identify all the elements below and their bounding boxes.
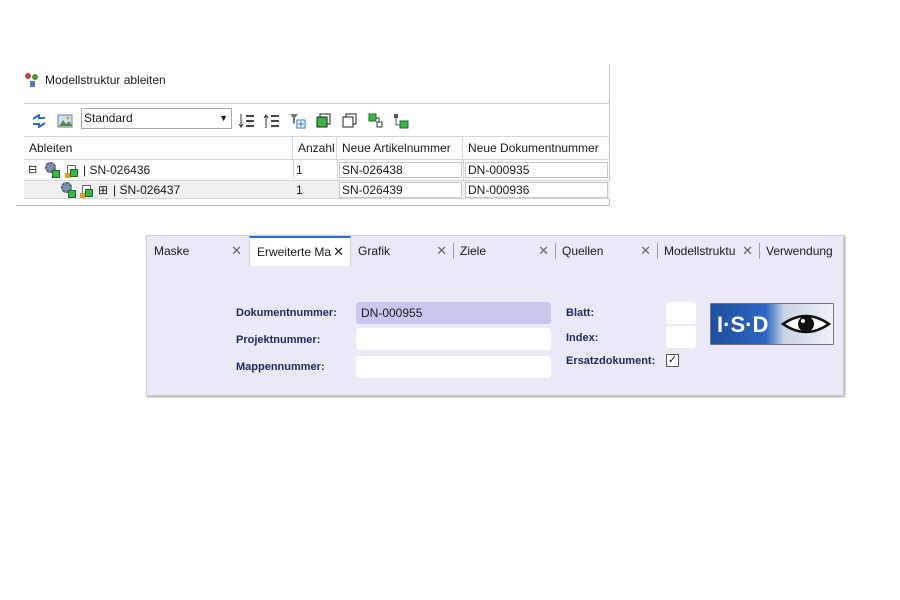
tab-maske[interactable]: Maske ✕ (147, 236, 248, 266)
close-icon[interactable]: ✕ (436, 236, 447, 266)
panel-title: Modellstruktur ableiten (24, 72, 166, 88)
sort-up-icon[interactable] (263, 112, 281, 130)
tab-grafik[interactable]: Grafik ✕ (351, 236, 453, 266)
tab-label: Erweiterte Ma (257, 245, 332, 259)
close-icon[interactable]: ✕ (231, 236, 242, 266)
row-name: | SN-026437 (113, 183, 181, 197)
tab-label: Quellen (562, 244, 604, 258)
column-header-artikelnummer[interactable]: Neue Artikelnummer (337, 137, 463, 159)
chevron-down-icon[interactable]: ▼ (219, 109, 228, 128)
dokumentnummer-field[interactable]: DN-000955 (356, 302, 551, 324)
preset-combobox-value: Standard (84, 111, 133, 125)
close-icon[interactable]: ✕ (538, 236, 549, 266)
tab-label: Verwendung (766, 244, 833, 258)
panel-title-text: Modellstruktur ableiten (45, 73, 166, 87)
tab-quellen[interactable]: Quellen ✕ (555, 236, 657, 266)
mappennummer-field[interactable] (356, 356, 551, 378)
collapse-icon[interactable]: ⊟ (26, 161, 37, 180)
mappennummer-label: Mappennummer: (236, 361, 325, 373)
projektnummer-label: Projektnummer: (236, 334, 321, 346)
row-anzahl: 1 (296, 163, 303, 177)
sort-down-icon[interactable] (238, 112, 256, 130)
tab-erweiterte-maske[interactable]: Erweiterte Ma ✕ (249, 236, 351, 266)
toolbar: Standard ▼ (24, 104, 610, 136)
isd-logo: I·S·D (710, 303, 834, 345)
node-icon[interactable] (367, 112, 385, 130)
index-field[interactable] (666, 326, 696, 348)
close-icon[interactable]: ✕ (333, 238, 344, 266)
document-form-panel: Maske ✕ Erweiterte Ma ✕ Grafik ✕ Ziele ✕… (146, 235, 844, 396)
image-icon[interactable] (56, 112, 74, 130)
table-row[interactable]: ⊞ | SN-026437 1 SN-026439 DN-000936 (24, 180, 610, 199)
table-row[interactable]: ⊟ | SN-026436 1 SN-026438 DN-000935 (24, 161, 610, 180)
column-header-ableiten[interactable]: Ableiten (24, 137, 293, 159)
row-anzahl: 1 (296, 183, 303, 197)
document-lock-icon (65, 163, 79, 178)
projektnummer-field[interactable] (356, 328, 551, 350)
artikelnummer-field[interactable]: SN-026438 (339, 162, 462, 178)
artikelnummer-field[interactable]: SN-026439 (339, 182, 462, 198)
copy-icon[interactable] (315, 112, 333, 130)
tab-label: Modellstruktu (664, 244, 736, 258)
column-header-dokumentnummer[interactable]: Neue Dokumentnummer (463, 137, 610, 159)
tab-label: Grafik (358, 244, 391, 258)
document-lock-icon (80, 183, 94, 198)
preset-combobox[interactable]: Standard ▼ (81, 108, 232, 129)
dokumentnummer-label: Dokumentnummer: (236, 307, 337, 319)
tab-ziele[interactable]: Ziele ✕ (453, 236, 555, 266)
assembly-icon (45, 162, 63, 179)
tab-modellstruktur[interactable]: Modellstruktu ✕ (657, 236, 759, 266)
modellstruktur-panel: Modellstruktur ableiten Standard ▼ Ablei… (16, 64, 610, 206)
ersatzdokument-label: Ersatzdokument: (566, 355, 656, 367)
column-header-anzahl[interactable]: Anzahl (293, 137, 337, 159)
dokumentnummer-field[interactable]: DN-000936 (465, 182, 608, 198)
tree-node-icon[interactable] (392, 112, 410, 130)
tab-label: Maske (154, 244, 190, 258)
logo-text: I·S·D (717, 312, 768, 337)
blatt-field[interactable] (666, 302, 696, 324)
ersatzdokument-checkbox[interactable]: ✓ (666, 354, 679, 367)
filter-add-icon[interactable] (289, 112, 307, 130)
close-icon[interactable]: ✕ (742, 236, 753, 266)
blatt-label: Blatt: (566, 307, 595, 319)
dokumentnummer-field[interactable]: DN-000935 (465, 162, 608, 178)
grid-header: Ableiten Anzahl Neue Artikelnummer Neue … (24, 137, 610, 160)
refresh-icon[interactable] (30, 112, 48, 130)
tab-verwendung[interactable]: Verwendung (759, 236, 843, 266)
copy-outline-icon[interactable] (341, 112, 359, 130)
table-icon: ⊞ (98, 183, 109, 197)
panel-body: Standard ▼ Ableiten Anzahl Neue Artikeln… (24, 103, 610, 206)
close-icon[interactable]: ✕ (640, 236, 651, 266)
index-label: Index: (566, 332, 599, 344)
tab-label: Ziele (460, 244, 487, 258)
structure-icon (24, 72, 40, 88)
assembly-icon (61, 182, 79, 199)
row-name: | SN-026436 (83, 163, 151, 177)
tab-bar: Maske ✕ Erweiterte Ma ✕ Grafik ✕ Ziele ✕… (147, 236, 843, 266)
structure-grid: Ableiten Anzahl Neue Artikelnummer Neue … (24, 136, 610, 206)
